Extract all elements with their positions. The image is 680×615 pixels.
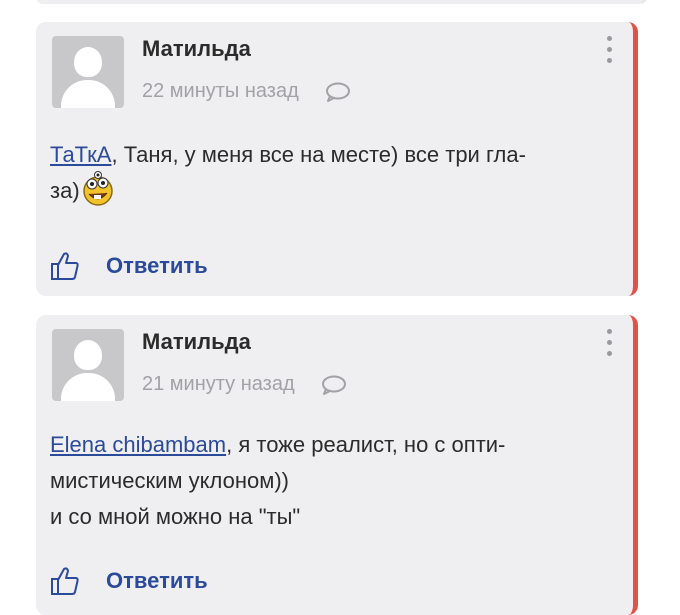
comment-text-line: за) <box>50 178 80 203</box>
comment-actions: Ответить <box>50 565 208 597</box>
comment-actions: Ответить <box>50 250 208 282</box>
comment-bubble-icon[interactable] <box>325 81 351 103</box>
comment-card: Матильда 22 минуты назад ТаТкА, Таня, у … <box>36 22 638 296</box>
mention-link[interactable]: ТаТкА <box>50 142 111 167</box>
comment-text-line: , я тоже реалист, но с опти- <box>226 432 506 457</box>
comment-author[interactable]: Матильда <box>142 329 251 355</box>
comment-meta: 21 минуту назад <box>142 373 347 396</box>
reply-button[interactable]: Ответить <box>106 568 208 594</box>
comment-bubble-icon[interactable] <box>321 374 347 396</box>
more-menu-icon[interactable] <box>605 329 613 363</box>
mention-link[interactable]: Elena chibambam <box>50 432 226 457</box>
thumbs-up-icon[interactable] <box>50 250 80 282</box>
smiley-emoji-icon <box>80 171 116 207</box>
avatar[interactable] <box>52 329 124 401</box>
comment-meta: 22 минуты назад <box>142 80 351 103</box>
comment-text-line: и со мной можно на "ты" <box>50 504 301 529</box>
comment-card: Матильда 21 минуту назад Elena chibambam… <box>36 315 638 615</box>
comment-text-line: мистическим уклоном)) <box>50 468 289 493</box>
comment-text: ТаТкА, Таня, у меня все на месте) все тр… <box>50 137 613 209</box>
comment-author[interactable]: Матильда <box>142 36 251 62</box>
comment-text: Elena chibambam, я тоже реалист, но с оп… <box>50 427 613 535</box>
previous-comment-card <box>36 0 647 4</box>
comment-text-line: , Таня, у меня все на месте) все три гла… <box>111 142 526 167</box>
comment-time: 22 минуты назад <box>142 80 299 102</box>
thumbs-up-icon[interactable] <box>50 565 80 597</box>
reply-button[interactable]: Ответить <box>106 253 208 279</box>
comment-time: 21 минуту назад <box>142 373 295 395</box>
avatar[interactable] <box>52 36 124 108</box>
more-menu-icon[interactable] <box>605 36 613 70</box>
